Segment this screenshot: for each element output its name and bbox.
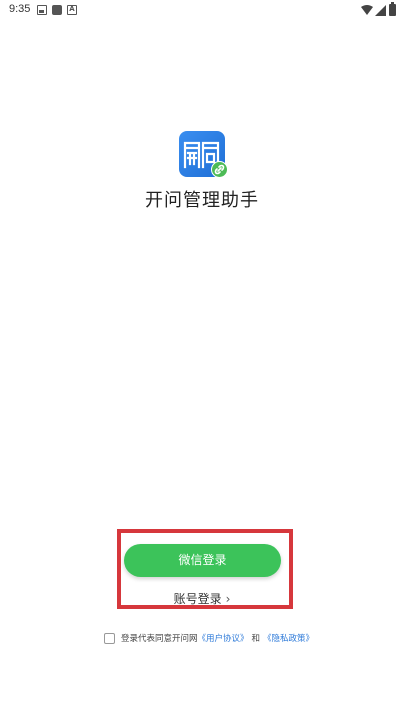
user-agreement-link[interactable]: 《用户协议》 xyxy=(198,632,249,644)
notification-square-icon xyxy=(52,5,62,15)
status-time: 9:35 xyxy=(9,3,31,15)
status-bar: 9:35 A xyxy=(0,0,404,22)
wifi-icon xyxy=(361,5,373,15)
battery-icon xyxy=(389,2,396,16)
agreement-row: 登录代表同意开问网 《用户协议》 和 《隐私政策》 xyxy=(104,631,314,645)
account-login-label: 账号登录 xyxy=(173,592,222,606)
link-badge-icon xyxy=(211,161,228,178)
account-login-link[interactable]: 账号登录 › xyxy=(0,590,404,607)
wechat-login-button[interactable]: 微信登录 xyxy=(124,544,281,577)
a-icon: A xyxy=(67,5,77,15)
agreement-and: 和 xyxy=(251,634,261,644)
image-icon xyxy=(37,5,47,15)
privacy-policy-link[interactable]: 《隐私政策》 xyxy=(263,632,314,644)
app-logo xyxy=(179,131,228,178)
app-name: 开问管理助手 xyxy=(145,190,259,211)
agreement-prefix: 登录代表同意开问网 xyxy=(121,634,198,644)
chevron-right-icon: › xyxy=(225,592,231,606)
agreement-checkbox[interactable] xyxy=(104,632,115,644)
signal-icon xyxy=(375,5,386,16)
